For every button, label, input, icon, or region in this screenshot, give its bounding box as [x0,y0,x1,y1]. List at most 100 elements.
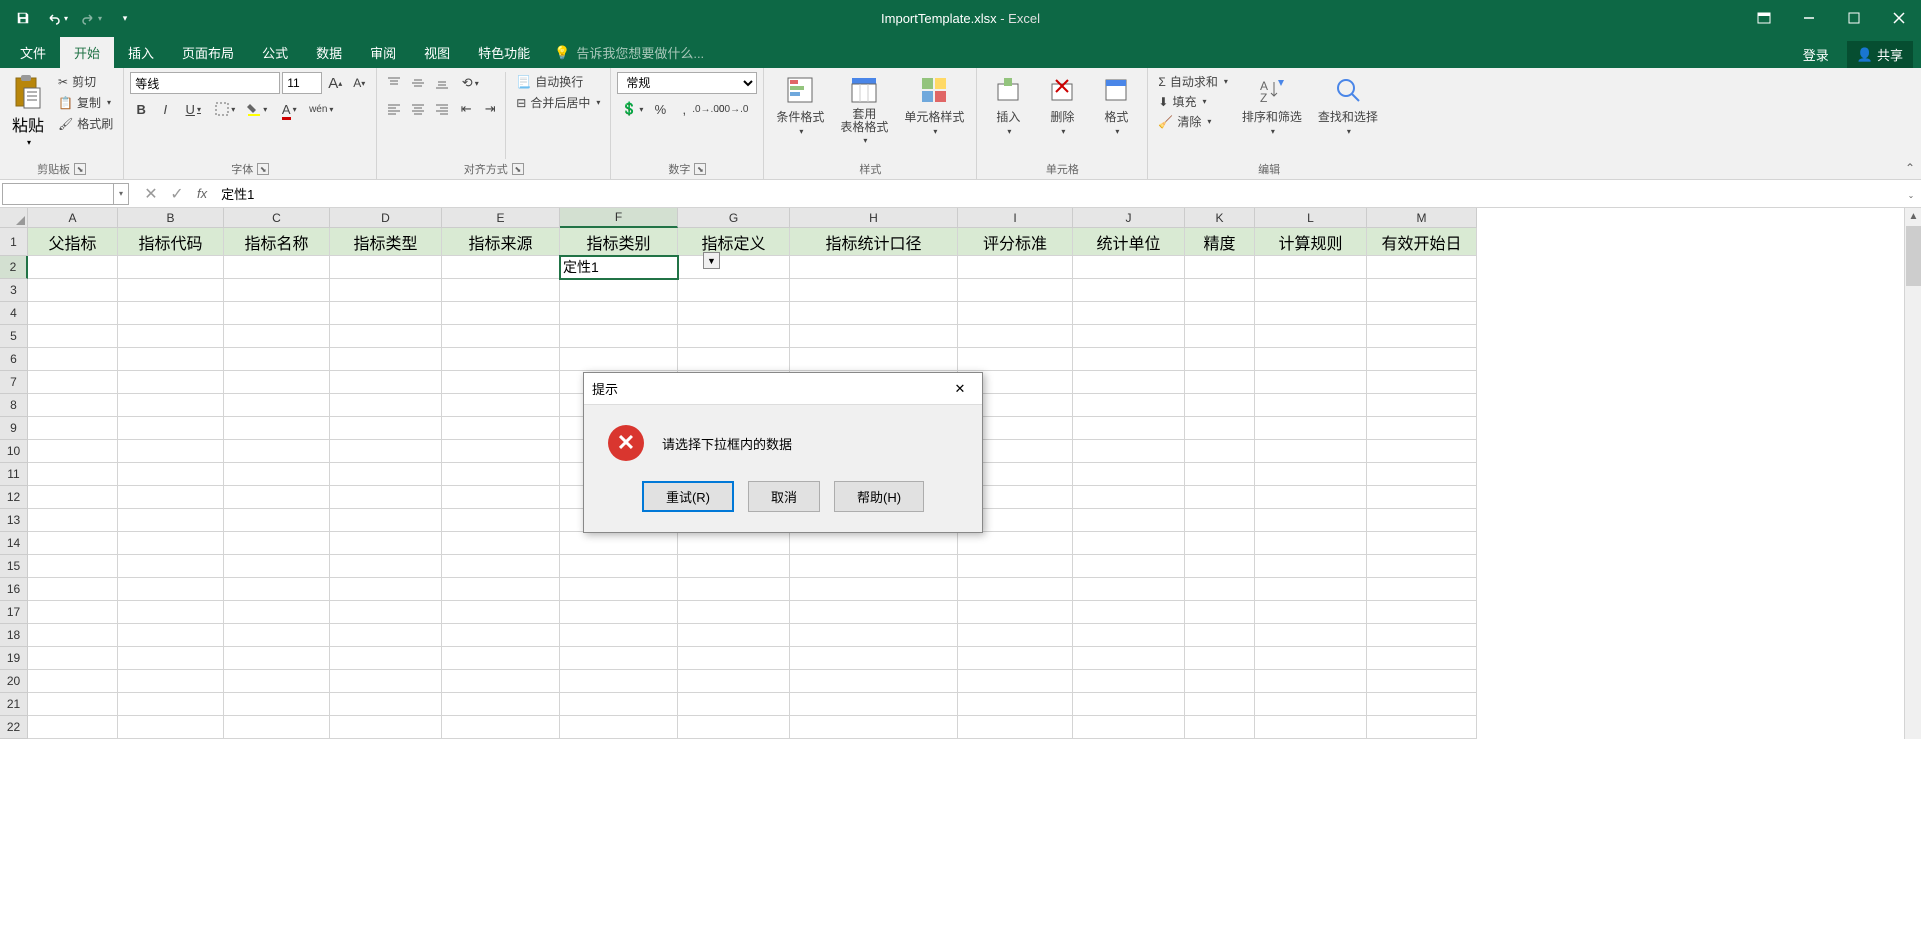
insert-cells-button[interactable]: 插入▾ [983,72,1033,159]
cell[interactable] [560,647,678,670]
cell[interactable] [224,555,330,578]
cell[interactable] [1073,440,1185,463]
format-cells-button[interactable]: 格式▾ [1091,72,1141,159]
cell[interactable] [224,624,330,647]
border-button[interactable]: ▾ [210,98,240,120]
cell[interactable] [678,716,790,739]
cell[interactable] [1255,532,1367,555]
cell[interactable] [1185,578,1255,601]
formula-input[interactable] [215,183,1901,205]
tab-data[interactable]: 数据 [302,37,356,68]
select-all-corner[interactable] [0,208,28,228]
cell[interactable] [442,716,560,739]
cell[interactable] [224,601,330,624]
copy-button[interactable]: 📋复制▾ [54,93,117,112]
cell[interactable] [1255,509,1367,532]
tab-special[interactable]: 特色功能 [464,37,544,68]
cell[interactable] [28,716,118,739]
cell[interactable] [1255,601,1367,624]
cell[interactable] [1255,463,1367,486]
row-header[interactable]: 4 [0,302,28,325]
cell[interactable] [224,463,330,486]
cell[interactable] [1185,302,1255,325]
close-button[interactable] [1876,0,1921,36]
cell[interactable] [442,624,560,647]
cell[interactable] [1073,555,1185,578]
cell[interactable] [118,256,224,279]
cell-styles-button[interactable]: 单元格样式▾ [898,72,970,159]
cell[interactable] [1185,670,1255,693]
cell[interactable] [1367,578,1477,601]
cell[interactable] [1073,256,1185,279]
row-header[interactable]: 16 [0,578,28,601]
cell[interactable] [442,417,560,440]
cell[interactable] [28,532,118,555]
cell[interactable] [224,371,330,394]
align-center-button[interactable] [407,98,429,120]
cell[interactable] [118,463,224,486]
cell[interactable] [1255,440,1367,463]
name-box-dropdown[interactable]: ▾ [113,183,129,205]
clear-button[interactable]: 🧹清除▾ [1154,112,1231,131]
cell[interactable] [442,256,560,279]
cell[interactable] [560,302,678,325]
cell[interactable] [958,555,1073,578]
cell[interactable] [442,578,560,601]
confirm-edit-button[interactable]: ✓ [165,183,189,205]
cell[interactable] [28,601,118,624]
cell[interactable]: 定性1 [560,256,678,279]
cell[interactable] [442,647,560,670]
cell[interactable] [1367,486,1477,509]
cell[interactable] [1255,417,1367,440]
cell[interactable] [1185,486,1255,509]
cell[interactable] [330,417,442,440]
row-header[interactable]: 7 [0,371,28,394]
cell[interactable] [330,693,442,716]
underline-button[interactable]: U▾ [178,98,208,120]
cell[interactable] [958,279,1073,302]
cell[interactable] [28,302,118,325]
row-header[interactable]: 21 [0,693,28,716]
cell[interactable] [118,624,224,647]
cell[interactable] [1255,670,1367,693]
cell[interactable] [224,532,330,555]
cell[interactable] [958,532,1073,555]
cell[interactable] [678,670,790,693]
cell[interactable] [1255,716,1367,739]
cell[interactable] [28,555,118,578]
row-header[interactable]: 8 [0,394,28,417]
cell[interactable] [224,256,330,279]
cell[interactable] [790,716,958,739]
paste-button[interactable]: 粘贴 ▾ [6,72,50,159]
cell[interactable] [118,716,224,739]
cell[interactable] [790,624,958,647]
cell[interactable] [118,394,224,417]
name-box[interactable] [2,183,114,205]
cell[interactable] [442,325,560,348]
undo-button[interactable]: ▾ [42,4,72,32]
italic-button[interactable]: I [154,98,176,120]
cell[interactable] [118,302,224,325]
wrap-text-button[interactable]: 📃自动换行 [512,72,604,91]
cell[interactable] [1073,670,1185,693]
cell[interactable] [28,371,118,394]
cell[interactable] [1367,601,1477,624]
column-header-M[interactable]: M [1367,208,1477,228]
validation-dropdown-button[interactable]: ▼ [703,252,720,269]
cell[interactable] [118,509,224,532]
cell[interactable] [1255,555,1367,578]
column-header-K[interactable]: K [1185,208,1255,228]
cell[interactable] [678,601,790,624]
cell[interactable] [118,348,224,371]
cell[interactable] [1185,647,1255,670]
cell[interactable] [118,417,224,440]
cell[interactable] [1073,601,1185,624]
number-format-select[interactable]: 常规 [617,72,757,94]
cell[interactable] [1367,463,1477,486]
align-top-button[interactable] [383,72,405,94]
cell[interactable] [1367,693,1477,716]
cell[interactable] [330,509,442,532]
cell[interactable] [330,440,442,463]
column-header-H[interactable]: H [790,208,958,228]
cell[interactable] [1185,256,1255,279]
